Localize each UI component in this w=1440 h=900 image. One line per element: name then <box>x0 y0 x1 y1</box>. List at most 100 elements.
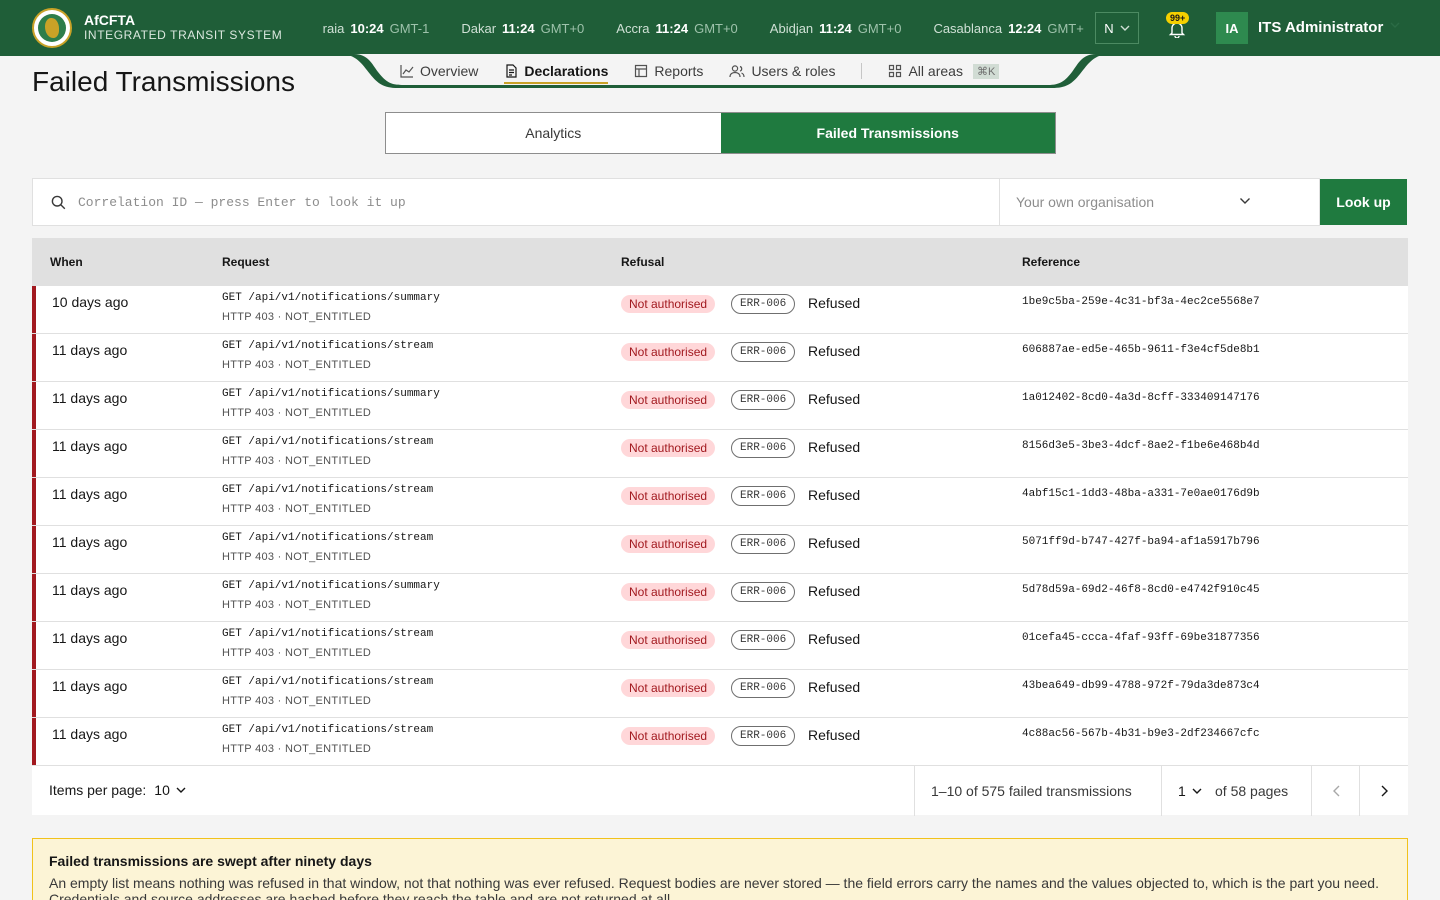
clock-item: Casablanca12:24GMT+1 <box>933 20 1084 36</box>
table-row[interactable]: 11 days ago GET /api/v1/notifications/st… <box>32 670 1408 718</box>
afcfta-logo[interactable] <box>32 8 72 48</box>
refusal-reason-tag: Not authorised <box>621 535 716 553</box>
page-title: Failed Transmissions <box>32 66 295 97</box>
language-selector[interactable]: N <box>1095 12 1139 44</box>
error-code-tag: ERR-006 <box>731 438 796 458</box>
table-row[interactable]: 11 days ago GET /api/v1/notifications/su… <box>32 574 1408 622</box>
error-code-tag: ERR-006 <box>731 342 796 362</box>
pager-divider <box>1161 766 1162 816</box>
row-reference[interactable]: 43bea649-db99-4788-972f-79da3de873c4 <box>1022 680 1260 692</box>
row-reference[interactable]: 4c88ac56-567b-4b31-b9e3-2df234667cfc <box>1022 728 1260 740</box>
table-row[interactable]: 11 days ago GET /api/v1/notifications/st… <box>32 622 1408 670</box>
tab-analytics[interactable]: Analytics <box>386 113 721 153</box>
row-status: Refused <box>808 631 861 647</box>
search-bar <box>32 178 1000 226</box>
row-status: Refused <box>808 439 861 455</box>
items-per-page-select[interactable]: 10 <box>154 782 186 798</box>
row-request-detail: HTTP 403 · NOT_ENTITLED <box>222 695 372 707</box>
clock-item: Abidjan 11:24 GMT+0 <box>769 20 902 36</box>
row-reference[interactable]: 606887ae-ed5e-465b-9611-f3e4cf5de8b1 <box>1022 344 1260 356</box>
chevron-down-icon[interactable] <box>1390 22 1400 28</box>
row-request-detail: HTTP 403 · NOT_ENTITLED <box>222 599 372 611</box>
previous-page-button[interactable] <box>1312 766 1360 816</box>
page-select[interactable]: 1 <box>1178 783 1202 799</box>
table-icon <box>635 64 648 78</box>
table-row[interactable]: 11 days ago GET /api/v1/notifications/st… <box>32 526 1408 574</box>
refusal-reason-tag: Not authorised <box>621 679 716 697</box>
row-reference[interactable]: 5071ff9d-b747-427f-ba94-af1a5917b796 <box>1022 536 1260 548</box>
items-per-page-value: 10 <box>154 782 170 798</box>
look-up-button[interactable]: Look up <box>1320 179 1407 225</box>
organisation-select[interactable]: Your own organisation <box>999 178 1320 226</box>
row-request: GET /api/v1/notifications/stream <box>222 340 434 352</box>
table-row[interactable]: 10 days ago GET /api/v1/notifications/su… <box>32 286 1408 334</box>
row-when: 11 days ago <box>52 534 128 550</box>
row-status: Refused <box>808 295 861 311</box>
world-clocks: Praia10:24GMT-1 Dakar11:24GMT+0 Accra11:… <box>322 0 1084 56</box>
column-header-refusal[interactable]: Refusal <box>621 255 664 269</box>
nav-overview-label: Overview <box>420 63 479 79</box>
chevron-down-icon <box>176 787 186 793</box>
row-status: Refused <box>808 727 861 743</box>
column-header-reference[interactable]: Reference <box>1022 255 1080 269</box>
table-header: When Request Refusal Reference <box>32 238 1408 286</box>
row-reference[interactable]: 1a012402-8cd0-4a3d-8cff-333409147176 <box>1022 392 1260 404</box>
row-when: 11 days ago <box>52 630 128 646</box>
refusal-reason-tag: Not authorised <box>621 487 716 505</box>
notification-count-badge: 99+ <box>1166 12 1190 24</box>
organisation-select-value: Your own organisation <box>1016 194 1155 210</box>
row-request-detail: HTTP 403 · NOT_ENTITLED <box>222 551 372 563</box>
row-reference[interactable]: 4abf15c1-1dd3-48ba-a331-7e0ae0176d9b <box>1022 488 1260 500</box>
correlation-id-input[interactable] <box>78 194 958 210</box>
tab-failed-transmissions[interactable]: Failed Transmissions <box>720 113 1055 153</box>
refusal-reason-tag: Not authorised <box>621 439 716 457</box>
user-name[interactable]: ITS Administrator <box>1258 19 1383 36</box>
next-page-button[interactable] <box>1360 766 1408 816</box>
table-row[interactable]: 11 days ago GET /api/v1/notifications/st… <box>32 334 1408 382</box>
retention-notice: Failed transmissions are swept after nin… <box>32 838 1408 900</box>
row-request: GET /api/v1/notifications/summary <box>222 580 440 592</box>
row-reference[interactable]: 8156d3e5-3be3-4dcf-8ae2-f1be6e468b4d <box>1022 440 1260 452</box>
row-reference[interactable]: 5d78d59a-69d2-46f8-8cd0-e4742f910c45 <box>1022 584 1260 596</box>
table-row[interactable]: 11 days ago GET /api/v1/notifications/su… <box>32 382 1408 430</box>
row-reference[interactable]: 01cefa45-ccca-4faf-93ff-69be31877356 <box>1022 632 1260 644</box>
row-when: 11 days ago <box>52 438 128 454</box>
pagination: Items per page: 10 1–10 of 575 failed tr… <box>32 765 1408 816</box>
table-row[interactable]: 11 days ago GET /api/v1/notifications/st… <box>32 718 1408 766</box>
column-header-when[interactable]: When <box>50 255 83 269</box>
refusal-reason-tag: Not authorised <box>621 727 716 745</box>
row-reference[interactable]: 1be9c5ba-259e-4c31-bf3a-4ec2ce5568e7 <box>1022 296 1260 308</box>
nav-reports[interactable]: Reports <box>634 56 703 86</box>
nav-users-roles-label: Users & roles <box>751 63 836 79</box>
keyboard-shortcut-badge: ⌘K <box>972 63 1000 79</box>
main-nav: Overview Declarations Reports Users & ro… <box>400 56 1050 86</box>
nav-all-areas[interactable]: All areas ⌘K <box>888 56 1000 86</box>
table-row[interactable]: 11 days ago GET /api/v1/notifications/st… <box>32 430 1408 478</box>
error-code-tag: ERR-006 <box>731 294 796 314</box>
row-request-detail: HTTP 403 · NOT_ENTITLED <box>222 359 372 371</box>
column-header-request[interactable]: Request <box>222 255 269 269</box>
nav-declarations[interactable]: Declarations <box>504 56 609 86</box>
table-row[interactable]: 11 days ago GET /api/v1/notifications/st… <box>32 478 1408 526</box>
row-request-detail: HTTP 403 · NOT_ENTITLED <box>222 407 372 419</box>
error-code-tag: ERR-006 <box>731 486 796 506</box>
document-icon <box>506 64 517 78</box>
failed-transmissions-table: When Request Refusal Reference 10 days a… <box>32 238 1408 766</box>
notice-body: An empty list means nothing was refused … <box>49 875 1379 900</box>
row-request: GET /api/v1/notifications/stream <box>222 532 434 544</box>
pagination-range: 1–10 of 575 failed transmissions <box>931 783 1132 799</box>
row-when: 11 days ago <box>52 726 128 742</box>
row-status: Refused <box>808 487 861 503</box>
items-per-page: Items per page: 10 <box>49 782 186 798</box>
avatar[interactable]: IA <box>1216 12 1248 44</box>
chevron-down-icon <box>1240 198 1250 204</box>
row-when: 11 days ago <box>52 486 128 502</box>
row-request-detail: HTTP 403 · NOT_ENTITLED <box>222 503 372 515</box>
clock-item: Dakar 11:24 GMT+0 <box>461 20 585 36</box>
nav-users-roles[interactable]: Users & roles <box>729 56 835 86</box>
chevron-down-icon <box>1120 25 1130 31</box>
notice-title: Failed transmissions are swept after nin… <box>49 853 372 869</box>
nav-declarations-label: Declarations <box>524 63 609 79</box>
nav-overview[interactable]: Overview <box>400 56 478 86</box>
row-status: Refused <box>808 679 861 695</box>
